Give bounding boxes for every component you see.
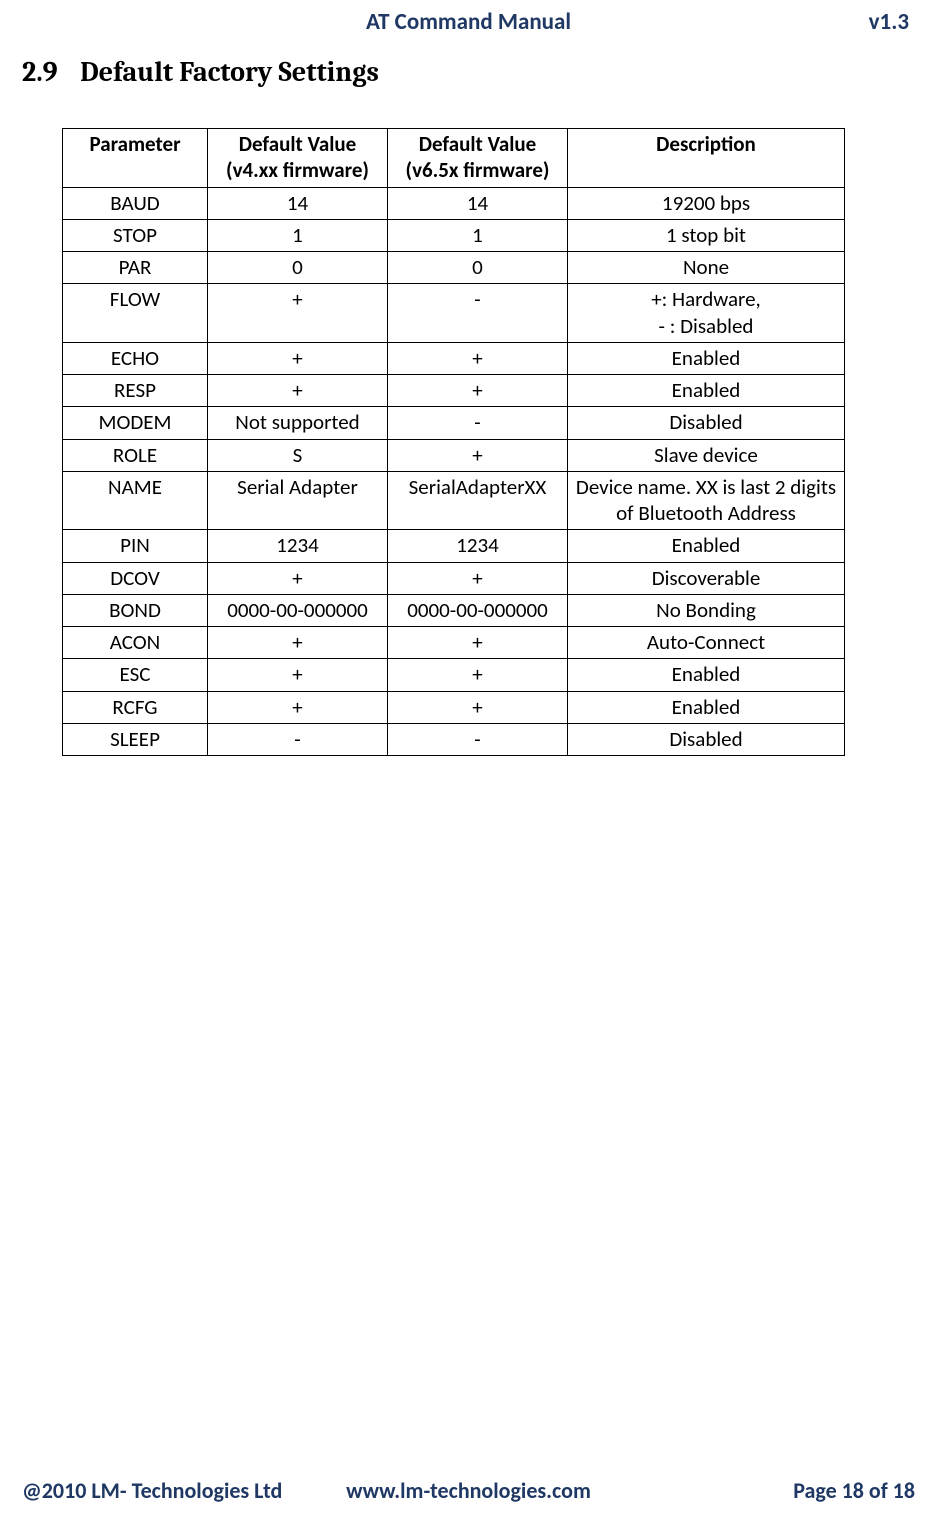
cell-v6: 1 (388, 219, 568, 251)
cell-v4: S (208, 439, 388, 471)
cell-parameter: BAUD (63, 187, 208, 219)
table-row: NAMESerial AdapterSerialAdapterXXDevice … (63, 471, 845, 530)
footer-page-num: Page 18 of 18 (793, 1477, 915, 1504)
cell-v4: 0 (208, 252, 388, 284)
cell-v4: 0000-00-000000 (208, 594, 388, 626)
table-row: ACON++Auto-Connect (63, 627, 845, 659)
cell-desc: Enabled (568, 659, 845, 691)
cell-desc: No Bonding (568, 594, 845, 626)
table-row: FLOW+-+: Hardware,- : Disabled (63, 284, 845, 343)
cell-v6: + (388, 691, 568, 723)
section-title: Default Factory Settings (80, 56, 379, 88)
cell-v4: + (208, 562, 388, 594)
cell-desc: Slave device (568, 439, 845, 471)
col-header-v6: Default Value (v6.5x firmware) (388, 129, 568, 188)
cell-desc: None (568, 252, 845, 284)
cell-parameter: STOP (63, 219, 208, 251)
cell-parameter: BOND (63, 594, 208, 626)
cell-v6: 0000-00-000000 (388, 594, 568, 626)
table-row: SLEEP--Disabled (63, 723, 845, 755)
section-number: 2.9 (22, 56, 74, 88)
footer-url: www.lm-technologies.com (22, 1477, 915, 1504)
settings-table-wrap: Parameter Default Value (v4.xx firmware)… (62, 128, 844, 756)
table-row: ESC++Enabled (63, 659, 845, 691)
section-heading: 2.9 Default Factory Settings (22, 56, 379, 88)
cell-desc: Enabled (568, 530, 845, 562)
cell-v6: - (388, 284, 568, 343)
table-row: RCFG++Enabled (63, 691, 845, 723)
cell-v4: + (208, 627, 388, 659)
cell-desc: 1 stop bit (568, 219, 845, 251)
cell-v6: 1234 (388, 530, 568, 562)
cell-v4: + (208, 691, 388, 723)
table-header-row: Parameter Default Value (v4.xx firmware)… (63, 129, 845, 188)
cell-parameter: ECHO (63, 342, 208, 374)
cell-parameter: FLOW (63, 284, 208, 343)
cell-v6: + (388, 627, 568, 659)
cell-parameter: NAME (63, 471, 208, 530)
cell-v4: 14 (208, 187, 388, 219)
header-version: v1.3 (869, 8, 909, 36)
cell-v6: + (388, 375, 568, 407)
col-header-v4: Default Value (v4.xx firmware) (208, 129, 388, 188)
cell-desc: +: Hardware,- : Disabled (568, 284, 845, 343)
cell-v4: + (208, 342, 388, 374)
page: AT Command Manual v1.3 2.9 Default Facto… (0, 0, 937, 1529)
cell-v6: SerialAdapterXX (388, 471, 568, 530)
col-header-description: Description (568, 129, 845, 188)
cell-desc: Enabled (568, 375, 845, 407)
table-row: BAUD141419200 bps (63, 187, 845, 219)
col-header-parameter: Parameter (63, 129, 208, 188)
table-row: MODEMNot supported-Disabled (63, 407, 845, 439)
cell-desc: Enabled (568, 342, 845, 374)
table-row: ECHO++Enabled (63, 342, 845, 374)
table-row: PIN12341234Enabled (63, 530, 845, 562)
table-row: RESP++Enabled (63, 375, 845, 407)
cell-desc: Device name. XX is last 2 digits of Blue… (568, 471, 845, 530)
cell-parameter: RCFG (63, 691, 208, 723)
table-row: ROLES+Slave device (63, 439, 845, 471)
table-row: STOP111 stop bit (63, 219, 845, 251)
page-header: AT Command Manual v1.3 (0, 8, 937, 44)
cell-v4: - (208, 723, 388, 755)
cell-v4: + (208, 659, 388, 691)
table-row: BOND0000-00-0000000000-00-000000No Bondi… (63, 594, 845, 626)
cell-v6: - (388, 407, 568, 439)
settings-table: Parameter Default Value (v4.xx firmware)… (62, 128, 845, 756)
cell-v4: Not supported (208, 407, 388, 439)
cell-parameter: DCOV (63, 562, 208, 594)
cell-parameter: MODEM (63, 407, 208, 439)
page-footer: @2010 LM- Technologies Ltd www.lm-techno… (22, 1477, 915, 1507)
cell-v6: 0 (388, 252, 568, 284)
cell-parameter: ROLE (63, 439, 208, 471)
cell-v6: + (388, 342, 568, 374)
cell-v6: - (388, 723, 568, 755)
cell-parameter: SLEEP (63, 723, 208, 755)
cell-v6: + (388, 659, 568, 691)
cell-v4: + (208, 284, 388, 343)
cell-parameter: PAR (63, 252, 208, 284)
table-row: PAR00None (63, 252, 845, 284)
cell-desc: Disabled (568, 407, 845, 439)
cell-desc: 19200 bps (568, 187, 845, 219)
cell-v6: + (388, 439, 568, 471)
cell-desc: Discoverable (568, 562, 845, 594)
cell-desc: Auto-Connect (568, 627, 845, 659)
cell-desc: Enabled (568, 691, 845, 723)
cell-parameter: PIN (63, 530, 208, 562)
cell-v4: Serial Adapter (208, 471, 388, 530)
cell-v4: 1 (208, 219, 388, 251)
cell-parameter: ESC (63, 659, 208, 691)
cell-v6: + (388, 562, 568, 594)
cell-v4: 1234 (208, 530, 388, 562)
cell-v4: + (208, 375, 388, 407)
cell-parameter: RESP (63, 375, 208, 407)
cell-v6: 14 (388, 187, 568, 219)
cell-parameter: ACON (63, 627, 208, 659)
cell-desc: Disabled (568, 723, 845, 755)
header-title: AT Command Manual (0, 8, 937, 36)
table-row: DCOV++Discoverable (63, 562, 845, 594)
